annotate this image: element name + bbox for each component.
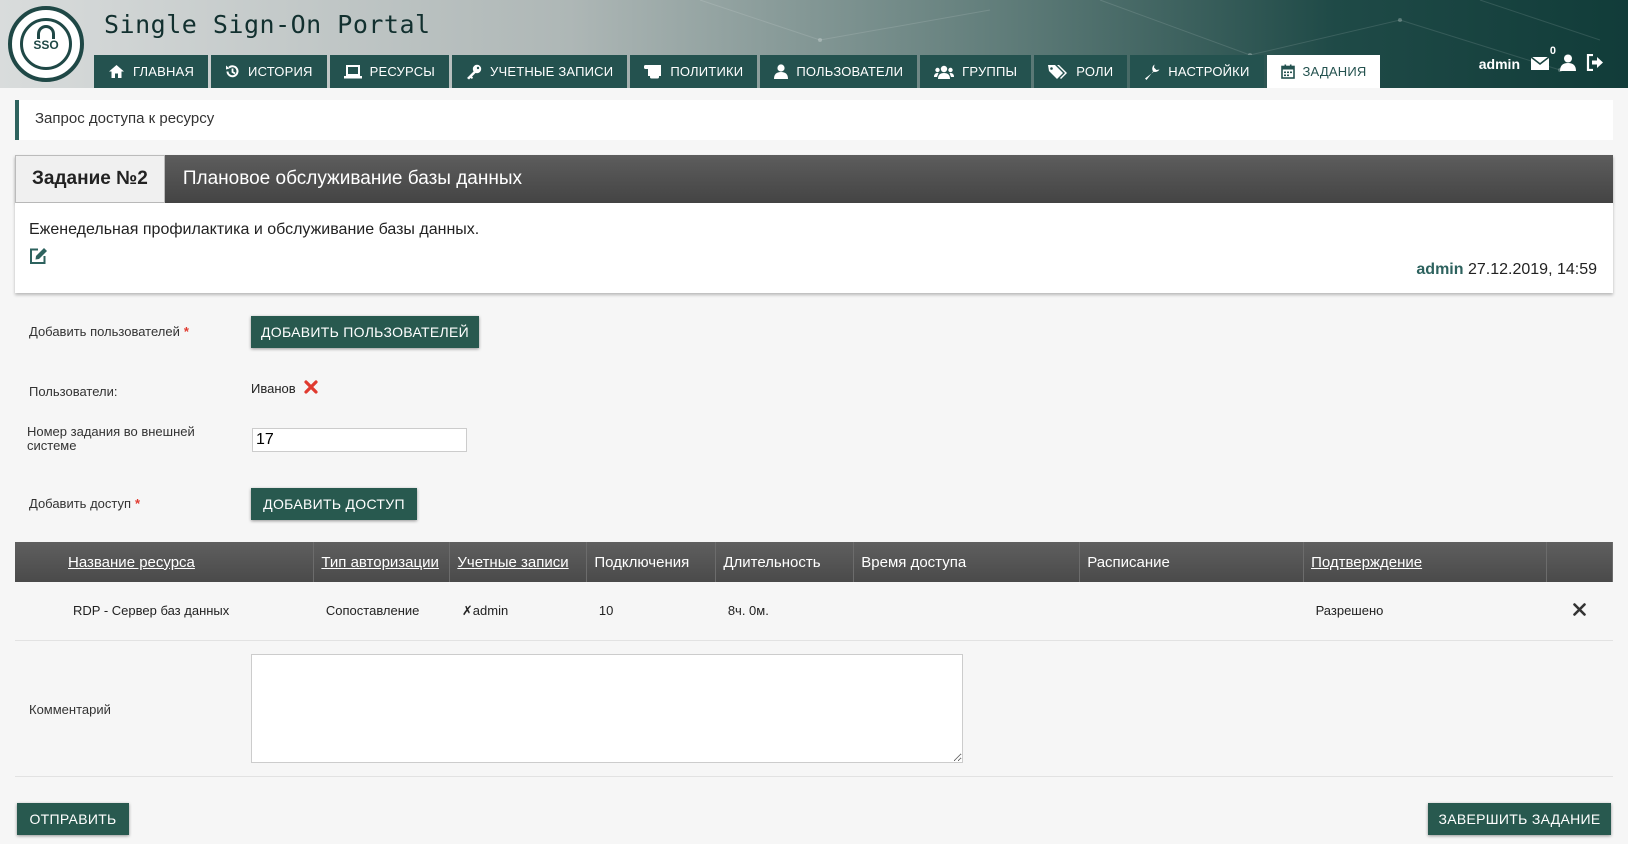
tab-label: ГЛАВНАЯ	[133, 64, 195, 79]
required-mark: *	[135, 496, 141, 511]
col-resource-name[interactable]: Название ресурса	[15, 542, 315, 582]
scroll-icon	[644, 64, 662, 79]
cell-approval: Разрешено	[1303, 582, 1547, 641]
tab-policies[interactable]: ПОЛИТИКИ	[630, 55, 758, 88]
task-datetime: 27.12.2019, 14:59	[1467, 261, 1597, 278]
tab-resources[interactable]: РЕСУРСЫ	[329, 55, 449, 88]
task-details: Еженедельная профилактика и обслуживание…	[15, 203, 1613, 293]
laptop-icon	[343, 64, 362, 79]
history-icon	[225, 64, 240, 79]
calendar-icon	[1280, 64, 1295, 79]
user-area: admin 0	[1479, 45, 1604, 74]
tab-history[interactable]: ИСТОРИЯ	[211, 55, 327, 88]
tab-tasks[interactable]: ЗАДАНИЯ	[1266, 55, 1381, 88]
comment-textarea[interactable]	[251, 654, 963, 763]
required-mark: *	[183, 324, 189, 339]
cell-schedule	[1079, 582, 1304, 641]
cell-connections: 10	[586, 582, 716, 641]
user-chip: Иванов	[251, 380, 318, 397]
cell-access-time	[853, 582, 1080, 641]
tags-icon	[1048, 64, 1068, 80]
wrench-icon	[1144, 64, 1160, 80]
tab-home[interactable]: ГЛАВНАЯ	[94, 55, 209, 88]
col-schedule: Расписание	[1079, 542, 1305, 582]
tab-label: ПОЛЬЗОВАТЕЛИ	[796, 64, 904, 79]
delete-row-icon[interactable]	[1573, 602, 1586, 619]
add-users-label: Добавить пользователей *	[29, 324, 189, 339]
cell-auth-type: Сопоставление	[313, 582, 450, 641]
home-icon	[108, 64, 125, 79]
col-connections: Подключения	[586, 542, 717, 582]
comment-label: Комментарий	[29, 702, 111, 717]
tab-label: НАСТРОЙКИ	[1168, 64, 1250, 79]
tab-label: РОЛИ	[1076, 64, 1114, 79]
logout-icon[interactable]	[1586, 53, 1604, 74]
task-author[interactable]: admin	[1416, 261, 1463, 278]
current-user[interactable]: admin	[1479, 56, 1520, 72]
breadcrumb: Запрос доступа к ресурсу	[15, 100, 1613, 140]
task-description: Еженедельная профилактика и обслуживание…	[29, 221, 480, 238]
col-auth-type[interactable]: Тип авторизации	[313, 542, 451, 582]
tab-label: УЧЕТНЫЕ ЗАПИСИ	[490, 64, 614, 79]
user-icon	[774, 64, 789, 79]
logo-text: SSO	[33, 38, 59, 52]
cell-resource: RDP - Сервер баз данных	[15, 582, 314, 641]
profile-icon[interactable]	[1560, 54, 1576, 74]
divider	[15, 776, 1613, 777]
col-access-time: Время доступа	[853, 542, 1081, 582]
finish-task-button[interactable]: ЗАВЕРШИТЬ ЗАДАНИЕ	[1428, 803, 1611, 835]
ext-number-input[interactable]	[252, 428, 467, 452]
tab-label: ЗАДАНИЯ	[1302, 64, 1367, 79]
tab-groups[interactable]: ГРУППЫ	[920, 55, 1032, 88]
remove-account-icon[interactable]: ✗	[462, 603, 473, 618]
col-approval[interactable]: Подтверждение	[1303, 542, 1547, 582]
tab-accounts[interactable]: УЧЕТНЫЕ ЗАПИСИ	[452, 55, 628, 88]
app-header: SSO Single Sign-On Portal ГЛАВНАЯ ИСТОРИ…	[0, 0, 1628, 88]
tab-label: РЕСУРСЫ	[369, 64, 435, 79]
remove-user-icon[interactable]	[304, 380, 318, 397]
table-header-row: Название ресурса Тип авторизации Учетные…	[15, 542, 1614, 582]
add-access-label: Добавить доступ *	[29, 496, 141, 511]
tab-users[interactable]: ПОЛЬЗОВАТЕЛИ	[760, 55, 918, 88]
col-accounts[interactable]: Учетные записи	[449, 542, 588, 582]
messages-button[interactable]: 0	[1530, 45, 1556, 74]
edit-icon[interactable]	[29, 247, 48, 270]
add-access-button[interactable]: ДОБАВИТЬ ДОСТУП	[251, 488, 417, 520]
task-header: Задание №2 Плановое обслуживание базы да…	[15, 155, 1613, 203]
task-meta: admin 27.12.2019, 14:59	[1416, 261, 1597, 279]
key-icon	[466, 64, 482, 80]
users-icon	[934, 65, 955, 79]
tab-label: ПОЛИТИКИ	[670, 64, 744, 79]
table-row: RDP - Сервер баз данных Сопоставление ✗a…	[15, 582, 1613, 641]
task-number: Задание №2	[15, 155, 165, 203]
app-title: Single Sign-On Portal	[104, 10, 431, 39]
ext-number-label: Номер задания во внешней системе	[27, 424, 195, 453]
main-nav: ГЛАВНАЯ ИСТОРИЯ РЕСУРСЫ УЧЕТНЫЕ ЗАПИСИ П…	[94, 55, 1381, 88]
lock-icon: SSO	[20, 18, 72, 70]
messages-count: 0	[1549, 44, 1556, 57]
sso-logo[interactable]: SSO	[8, 6, 84, 82]
col-actions	[1546, 542, 1614, 582]
tab-settings[interactable]: НАСТРОЙКИ	[1130, 55, 1264, 88]
users-label: Пользователи:	[29, 384, 118, 399]
add-users-button[interactable]: ДОБАВИТЬ ПОЛЬЗОВАТЕЛЕЙ	[251, 316, 479, 348]
tab-label: ИСТОРИЯ	[248, 64, 313, 79]
envelope-icon	[1530, 55, 1550, 74]
cell-account: ✗admin	[449, 582, 587, 641]
task-title: Плановое обслуживание базы данных	[182, 168, 523, 189]
cell-actions	[1546, 582, 1613, 641]
access-table: Название ресурса Тип авторизации Учетные…	[15, 542, 1614, 641]
user-name: Иванов	[251, 381, 296, 396]
tab-roles[interactable]: РОЛИ	[1034, 55, 1128, 88]
submit-button[interactable]: ОТПРАВИТЬ	[17, 803, 129, 835]
tab-label: ГРУППЫ	[962, 64, 1018, 79]
col-duration: Длительность	[715, 542, 855, 582]
cell-duration: 8ч. 0м.	[715, 582, 854, 641]
